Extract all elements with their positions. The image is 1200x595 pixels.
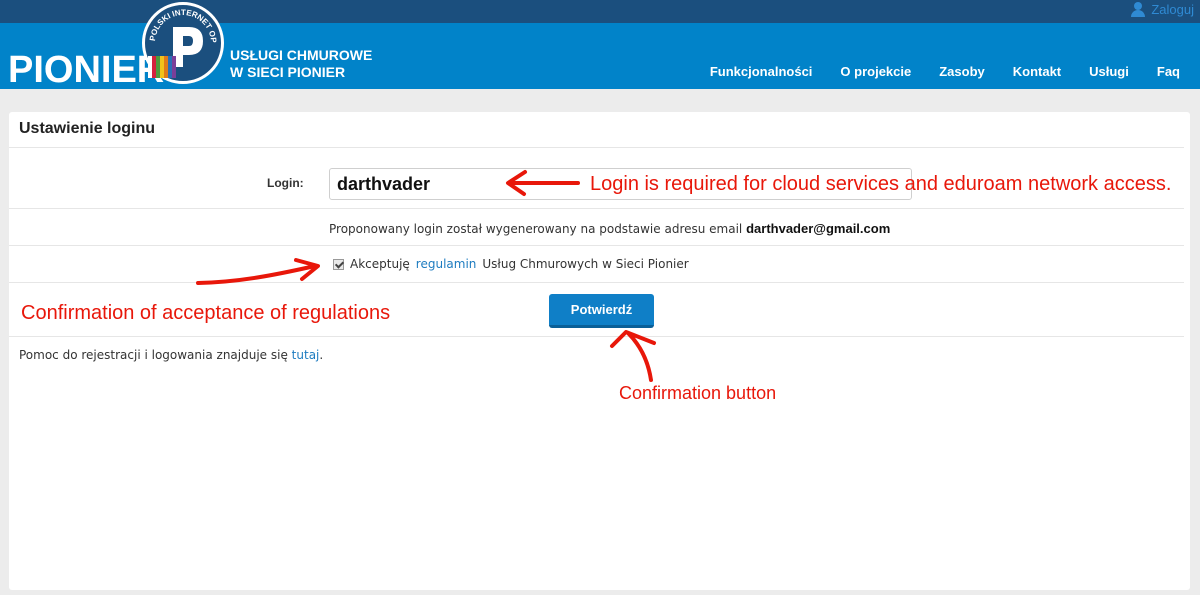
main-nav: Funkcjonalności O projekcie Zasoby Konta…: [682, 64, 1180, 79]
nav-kontakt[interactable]: Kontakt: [1013, 64, 1061, 79]
divider: [9, 282, 1184, 283]
login-field-label: Login:: [267, 176, 304, 190]
service-title-line2: W SIECI PIONIER: [230, 64, 346, 80]
button-annotation: Confirmation button: [619, 383, 777, 403]
nav-o-projekcie[interactable]: O projekcie: [840, 64, 911, 79]
login-link-label: Zaloguj: [1151, 2, 1194, 17]
service-title: USŁUGI CHMUROWE W SIECI PIONIER: [230, 47, 372, 81]
user-icon: [1131, 2, 1146, 17]
login-annotation: Login is required for cloud services and…: [590, 173, 1172, 195]
regulations-link[interactable]: regulamin: [416, 257, 477, 271]
divider: [9, 336, 1184, 337]
divider: [9, 245, 1184, 246]
proposal-email: darthvader@gmail.com: [746, 221, 891, 236]
accept-terms-checkbox[interactable]: [333, 258, 344, 270]
nav-faq[interactable]: Faq: [1157, 64, 1180, 79]
confirm-button[interactable]: Potwierdź: [549, 294, 654, 328]
divider: [9, 208, 1184, 209]
pionier-logo-text[interactable]: PIONIER: [8, 49, 164, 92]
nav-funkcjonalnosci[interactable]: Funkcjonalności: [710, 64, 813, 79]
proposal-message: Proponowany login został wygenerowany na…: [329, 222, 743, 236]
login-link[interactable]: Zaloguj: [1131, 2, 1194, 17]
help-prefix: Pomoc do rejestracji i logowania znajduj…: [19, 348, 288, 362]
login-proposal-text: Proponowany login został wygenerowany na…: [329, 221, 890, 236]
help-suffix: .: [319, 348, 324, 362]
accept-prefix: Akceptuję: [350, 257, 410, 271]
divider: [9, 147, 1184, 148]
regulations-annotation: Confirmation of acceptance of regulation…: [21, 302, 391, 324]
nav-zasoby[interactable]: Zasoby: [939, 64, 985, 79]
page-title: Ustawienie loginu: [19, 120, 156, 137]
accept-terms-row: Akceptuję regulamin Usług Chmurowych w S…: [333, 257, 689, 271]
accept-suffix: Usług Chmurowych w Sieci Pionier: [482, 257, 689, 271]
help-text: Pomoc do rejestracji i logowania znajduj…: [19, 348, 323, 362]
nav-uslugi[interactable]: Usługi: [1089, 64, 1129, 79]
logo-color-stripes: [148, 56, 176, 78]
service-title-line1: USŁUGI CHMUROWE: [230, 47, 373, 63]
help-link[interactable]: tutaj: [292, 348, 320, 362]
